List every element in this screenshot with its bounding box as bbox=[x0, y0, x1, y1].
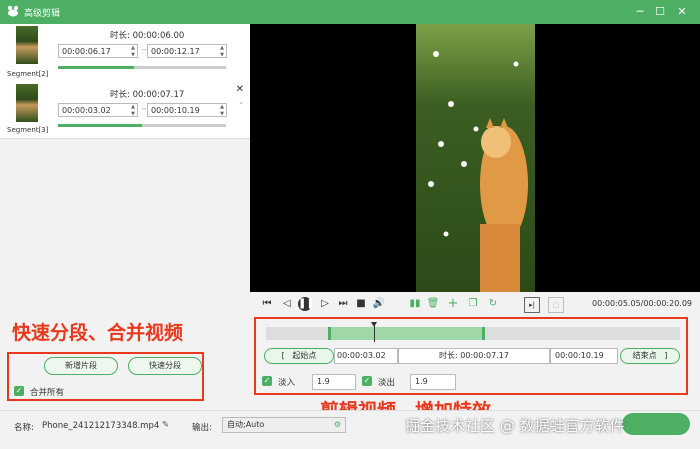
watermark-text: 掘金技术社区 @ 数据蛙官方软件 bbox=[405, 417, 625, 435]
mark-in-icon[interactable]: ▸| bbox=[524, 297, 540, 313]
spinner-icon[interactable]: ▲ ▼ bbox=[131, 104, 135, 118]
video-preview[interactable] bbox=[250, 24, 700, 292]
move-segment-icon[interactable]: ⌄ bbox=[238, 98, 244, 106]
segment-thumbnail: Segment[3] bbox=[7, 84, 48, 134]
step-forward-icon[interactable]: ▷ bbox=[318, 297, 332, 311]
step-back-icon[interactable]: ◁ bbox=[280, 297, 294, 311]
segment-progress bbox=[58, 66, 226, 69]
gear-icon[interactable]: ⚙ bbox=[334, 418, 341, 432]
segment-end-input[interactable]: 00:00:10.19 ▲ ▼ bbox=[147, 103, 227, 117]
file-name: Phone_241212173348.mp4 bbox=[42, 421, 160, 431]
title-bar: 高级剪辑 ─ ☐ ✕ bbox=[0, 0, 700, 24]
add-icon[interactable]: + bbox=[446, 297, 460, 311]
annotation-left: 快速分段、合并视频 bbox=[12, 322, 184, 344]
minimize-button[interactable]: ─ bbox=[632, 4, 648, 20]
segment-progress bbox=[58, 124, 226, 127]
segment-progress-fill bbox=[58, 124, 142, 127]
split-icon[interactable]: ▮▮ bbox=[408, 297, 422, 311]
skip-to-end-icon[interactable]: ⏭ bbox=[336, 297, 350, 311]
range-separator: – bbox=[142, 104, 147, 114]
segment-start-input[interactable]: 00:00:06.17 ▲ ▼ bbox=[58, 44, 138, 58]
playback-timecode: 00:00:05.05/00:00:20.09 bbox=[592, 299, 692, 308]
delete-icon[interactable]: 🗑 bbox=[426, 297, 440, 311]
mark-out-icon[interactable]: ▢ bbox=[548, 297, 564, 313]
refresh-icon[interactable]: ↻ bbox=[486, 297, 500, 311]
pause-icon[interactable]: ❚❚ bbox=[298, 297, 315, 311]
output-label: 输出: bbox=[192, 423, 212, 433]
segment-duration: 时长: 00:00:06.00 bbox=[110, 31, 185, 41]
copy-icon[interactable]: ❐ bbox=[466, 297, 480, 311]
volume-icon[interactable]: 🔊 bbox=[372, 297, 386, 311]
segment-thumbnail: Segment[2] bbox=[7, 26, 48, 78]
merge-all-label: 合并所有 bbox=[30, 388, 65, 398]
app-logo-icon bbox=[7, 5, 19, 17]
export-button[interactable] bbox=[622, 413, 690, 435]
segment-progress-fill bbox=[58, 66, 134, 69]
spinner-icon[interactable]: ▲ ▼ bbox=[220, 45, 224, 59]
window-title: 高级剪辑 bbox=[24, 9, 61, 19]
name-label: 名称: bbox=[14, 423, 34, 433]
close-button[interactable]: ✕ bbox=[674, 4, 690, 20]
segment-item[interactable]: Segment[2] 时长: 00:00:06.00 00:00:06.17 ▲ ▼… bbox=[0, 24, 250, 83]
range-separator: – bbox=[142, 45, 147, 55]
segment-duration: 时长: 00:00:07.17 bbox=[110, 90, 185, 100]
skip-to-start-icon[interactable]: ⏮ bbox=[260, 297, 274, 311]
player-toolbar: ⏮ ◁ ❚❚ ▷ ⏭ ■ 🔊 ▮▮ 🗑 + ❐ ↻ ▸| ▢ 00:00:05.… bbox=[250, 292, 700, 316]
stop-icon[interactable]: ■ bbox=[354, 297, 368, 311]
quick-split-button[interactable]: 快速分段 bbox=[128, 357, 202, 375]
merge-all-checkbox[interactable]: ✓ bbox=[14, 386, 24, 396]
add-segment-button[interactable]: 新增片段 bbox=[44, 357, 118, 375]
maximize-button[interactable]: ☐ bbox=[652, 4, 668, 20]
spinner-icon[interactable]: ▲ ▼ bbox=[131, 45, 135, 59]
edit-name-icon[interactable]: ✎ bbox=[162, 420, 169, 430]
remove-segment-icon[interactable]: ✕ bbox=[236, 84, 244, 95]
spinner-icon[interactable]: ▲ ▼ bbox=[220, 104, 224, 118]
segment-caption: Segment[2] bbox=[7, 70, 49, 78]
annotation-box-right bbox=[254, 317, 688, 395]
video-frame bbox=[416, 24, 535, 292]
segment-item[interactable]: Segment[3] 时长: 00:00:07.17 ✕ ⌄ 00:00:03.… bbox=[0, 82, 250, 139]
segment-end-input[interactable]: 00:00:12.17 ▲ ▼ bbox=[147, 44, 227, 58]
segment-start-input[interactable]: 00:00:03.02 ▲ ▼ bbox=[58, 103, 138, 117]
segment-caption: Segment[3] bbox=[7, 126, 49, 134]
output-select[interactable]: 自动;Auto ⚙ bbox=[222, 417, 346, 433]
